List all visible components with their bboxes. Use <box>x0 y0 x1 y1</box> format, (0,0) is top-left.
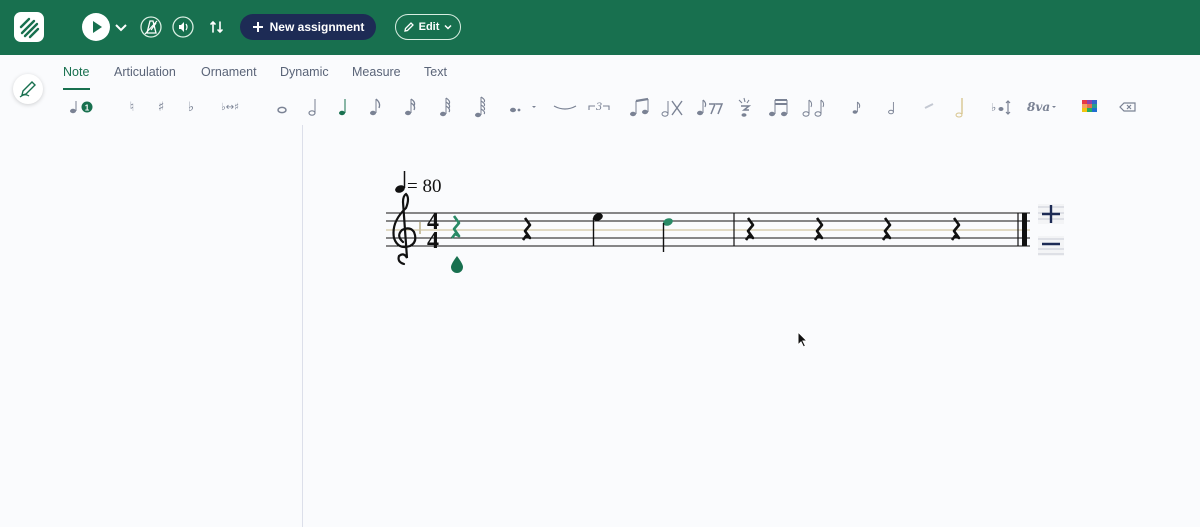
quarter-note-selected[interactable] <box>662 217 674 252</box>
tab-text[interactable]: Text <box>424 65 447 79</box>
stem-icon[interactable] <box>950 96 972 118</box>
chevron-down-icon <box>444 24 452 30</box>
svg-text:4: 4 <box>427 228 439 254</box>
playback-options-button[interactable] <box>112 13 140 41</box>
pen-tool-button[interactable] <box>13 74 43 104</box>
rests-icon[interactable] <box>695 96 724 118</box>
whole-note-icon[interactable] <box>271 96 293 118</box>
edit-label: Edit <box>418 21 440 33</box>
plus-icon <box>252 22 263 32</box>
sharp-icon[interactable]: ♯ <box>150 96 172 118</box>
remove-beam-icon[interactable] <box>660 96 684 118</box>
tab-note[interactable]: Note <box>63 65 89 79</box>
enharmonic-icon[interactable]: ♭↔♯ <box>215 96 245 118</box>
speaker-button[interactable] <box>171 13 199 41</box>
selected-rest[interactable] <box>450 215 461 239</box>
input-settings-button[interactable] <box>206 13 234 41</box>
dot-duration-button[interactable] <box>505 96 537 118</box>
tempo-value: = 80 <box>407 176 441 197</box>
ottava-label: 8va <box>1027 100 1050 114</box>
chevron-down-icon <box>115 24 127 32</box>
tuplet-button[interactable]: 3 <box>586 96 612 118</box>
delete-icon[interactable] <box>1117 96 1139 118</box>
add-measure-button[interactable] <box>1038 204 1064 224</box>
cue-half-note-icon[interactable] <box>882 96 904 118</box>
sixteenth-note-icon[interactable] <box>399 96 421 118</box>
voice-selector-button[interactable]: 1 <box>66 96 96 118</box>
note-drop-marker[interactable] <box>451 256 463 273</box>
speaker-icon <box>172 16 194 38</box>
tie-icon[interactable] <box>552 96 578 118</box>
tab-dynamic[interactable]: Dynamic <box>280 65 329 79</box>
music-score[interactable]: = 80 4 4 <box>370 160 1090 290</box>
remove-measure-button[interactable] <box>1038 236 1064 256</box>
tab-articulation[interactable]: Articulation <box>114 65 176 79</box>
note-color-icon[interactable] <box>1079 96 1101 118</box>
treble-clef <box>392 192 417 266</box>
ottava-button[interactable]: 8va <box>1025 96 1059 118</box>
play-button[interactable] <box>82 13 110 41</box>
input-icon <box>210 20 223 34</box>
tempo-marking: = 80 <box>395 171 441 197</box>
tab-ornament[interactable]: Ornament <box>201 65 257 79</box>
quarter-note[interactable] <box>592 212 604 246</box>
metronome-icon <box>140 16 162 38</box>
staff <box>386 212 1030 247</box>
half-note-icon[interactable] <box>303 96 325 118</box>
natural-icon[interactable]: ♮ <box>121 96 143 118</box>
slash-notation-icon[interactable] <box>918 96 940 118</box>
tuplet-label: 3 <box>596 102 602 113</box>
quarter-note-icon[interactable] <box>333 96 355 118</box>
double-beam-icon[interactable] <box>767 96 791 118</box>
grace-note-icon[interactable] <box>735 96 757 118</box>
play-icon <box>93 21 102 33</box>
time-signature: 4 4 <box>427 209 439 254</box>
beam-icon[interactable] <box>628 96 652 118</box>
eighth-note-icon[interactable] <box>364 96 386 118</box>
thirty-second-note-icon[interactable] <box>434 96 456 118</box>
metronome-button[interactable] <box>139 13 167 41</box>
edit-button[interactable]: Edit <box>395 14 461 40</box>
final-barline-thick <box>1022 213 1027 246</box>
svg-text:♭: ♭ <box>991 101 996 114</box>
flat-icon[interactable]: ♭ <box>180 96 202 118</box>
transpose-icon[interactable]: ♭ <box>988 96 1014 118</box>
voice-badge: 1 <box>85 104 90 113</box>
panel-divider <box>302 125 303 527</box>
insert-cursor <box>419 222 421 234</box>
new-assignment-button[interactable]: New assignment <box>240 14 376 40</box>
sixty-fourth-note-icon[interactable] <box>469 96 491 118</box>
split-beam-icon[interactable] <box>801 96 825 118</box>
tab-measure[interactable]: Measure <box>352 65 401 79</box>
new-assignment-label: New assignment <box>269 20 365 34</box>
logo-icon[interactable] <box>14 12 44 42</box>
pencil-icon <box>403 22 414 32</box>
pen-icon <box>19 81 36 98</box>
active-tab-indicator <box>63 88 90 90</box>
mouse-cursor-icon <box>797 331 809 348</box>
cue-note-icon[interactable] <box>846 96 868 118</box>
